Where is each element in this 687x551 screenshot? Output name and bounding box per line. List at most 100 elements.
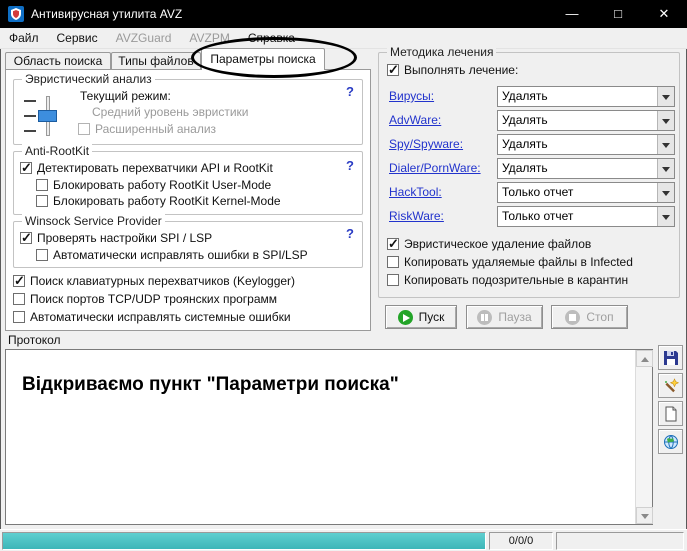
checkbox-perform-treatment[interactable]: Выполнять лечение: [387,63,518,77]
antirootkit-help-icon[interactable]: ? [346,158,354,173]
combo-hacktool[interactable]: Только отчет [497,182,675,203]
checkbox-label: Блокировать работу RootKit Kernel-Mode [53,194,281,208]
checkbox-copy-deleted-infected[interactable]: Копировать удаляемые файлы в Infected [387,255,633,269]
link-spyware[interactable]: Spy/Spyware: [389,137,463,151]
group-treatment: Методика лечения Выполнять лечение: Виру… [378,52,680,298]
group-winsock-caption: Winsock Service Provider [22,214,165,228]
link-advware[interactable]: AdvWare: [389,113,441,127]
checkbox-check-spi[interactable]: Проверять настройки SPI / LSP [20,231,212,245]
combo-spyware[interactable]: Удалять [497,134,675,155]
menu-avzguard[interactable]: AVZGuard [107,28,181,48]
slider-tick [24,130,36,132]
play-icon [398,310,413,325]
link-viruses[interactable]: Вирусы: [389,89,434,103]
checkbox-label: Детектировать перехватчики API и RootKit [37,161,273,175]
start-button[interactable]: Пуск [385,305,457,329]
link-hacktool[interactable]: HackTool: [389,185,442,199]
group-winsock: Winsock Service Provider ? Проверять нас… [13,221,363,268]
combo-dialer-pornware[interactable]: Удалять [497,158,675,179]
tab-search-area[interactable]: Область поиска [5,52,111,69]
scroll-up-icon[interactable] [636,350,653,367]
checkbox-fix-system-errors[interactable]: Автоматически исправлять системные ошибк… [13,310,291,324]
checkbox-box [13,293,25,305]
pause-button[interactable]: Пауза [466,305,543,329]
checkbox-keylogger-search[interactable]: Поиск клавиатурных перехватчиков (Keylog… [13,274,295,288]
protocol-annotation-text: Відкриваємо пункт "Параметри поиска" [22,374,399,396]
checkbox-label: Выполнять лечение: [404,63,518,77]
floppy-icon [663,350,679,366]
tab-file-types[interactable]: Типы файлов [111,52,201,69]
menubar: ФайлСервисAVZGuardAVZPMСправка [0,28,687,49]
counter-panel: 0/0/0 [489,532,553,550]
statusbar: 0/0/0 [0,529,687,551]
wizard-button[interactable] [658,373,683,398]
stop-button[interactable]: Стоп [551,305,628,329]
close-button[interactable]: ✕ [641,0,687,28]
menu-service[interactable]: Сервис [48,28,107,48]
checkbox-label: Автоматически исправлять системные ошибк… [30,310,291,324]
window-title: Антивирусная утилита AVZ [31,0,182,28]
stop-icon [565,310,580,325]
pause-icon [477,310,492,325]
checkbox-box [13,275,25,287]
chevron-down-icon[interactable] [657,111,674,130]
link-dialer-pornware[interactable]: Dialer/PornWare: [389,161,481,175]
chevron-down-icon[interactable] [657,207,674,226]
checkbox-label: Автоматически исправлять ошибки в SPI/LS… [53,248,308,262]
combo-value: Удалять [502,113,548,127]
maximize-button[interactable]: □ [595,0,641,28]
document-icon [663,406,679,422]
group-treatment-caption: Методика лечения [387,45,496,59]
checkbox-box [387,274,399,286]
combo-value: Только отчет [502,209,573,223]
group-antirootkit: Anti-RootKit ? Детектировать перехватчик… [13,151,363,215]
checkbox-fix-spi[interactable]: Автоматически исправлять ошибки в SPI/LS… [36,248,308,262]
network-button[interactable] [658,429,683,454]
tab-search-params[interactable]: Параметры поиска [201,48,325,70]
heuristics-level-slider[interactable] [22,94,60,138]
checkbox-label: Расширенный анализ [95,122,216,136]
menu-avzpm[interactable]: AVZPM [180,28,238,48]
group-heuristics: Эвристический анализ ? Текущий режим: Ср… [13,79,363,145]
slider-thumb[interactable] [38,110,57,122]
checkbox-rootkit-block-kernel[interactable]: Блокировать работу RootKit Kernel-Mode [36,194,281,208]
heuristics-help-icon[interactable]: ? [346,84,354,99]
minimize-button[interactable]: — [549,0,595,28]
checkbox-box [13,311,25,323]
menu-file[interactable]: Файл [0,28,48,48]
slider-tick [24,115,36,117]
combo-advware[interactable]: Удалять [497,110,675,131]
combo-value: Удалять [502,89,548,103]
checkbox-extended-analysis[interactable]: Расширенный анализ [78,122,216,136]
protocol-scrollbar[interactable] [635,350,652,524]
link-riskware[interactable]: RiskWare: [389,209,444,223]
checkbox-heuristic-delete[interactable]: Эвристическое удаление файлов [387,237,591,251]
checkbox-label: Блокировать работу RootKit User-Mode [53,178,271,192]
save-protocol-button[interactable] [658,345,683,370]
combo-riskware[interactable]: Только отчет [497,206,675,227]
current-mode-label: Текущий режим: [80,89,171,103]
avz-window: Антивирусная утилита AVZ — □ ✕ ФайлСерви… [0,0,687,551]
checkbox-copy-suspicious-quarantine[interactable]: Копировать подозрительные в карантин [387,273,628,287]
scroll-down-icon[interactable] [636,507,653,524]
chevron-down-icon[interactable] [657,135,674,154]
checkbox-box [36,195,48,207]
checkbox-box [387,256,399,268]
protocol-area[interactable]: Відкриваємо пункт "Параметри поиска" [5,349,653,525]
combo-value: Удалять [502,161,548,175]
checkbox-label: Поиск портов TCP/UDP троянских программ [30,292,277,306]
checkbox-box [387,238,399,250]
checkbox-label: Поиск клавиатурных перехватчиков (Keylog… [30,274,295,288]
progress-panel [2,532,486,550]
checkbox-rootkit-block-user[interactable]: Блокировать работу RootKit User-Mode [36,178,271,192]
chevron-down-icon[interactable] [657,159,674,178]
combo-viruses[interactable]: Удалять [497,86,675,107]
chevron-down-icon[interactable] [657,87,674,106]
checkbox-rootkit-detect[interactable]: Детектировать перехватчики API и RootKit [20,161,273,175]
winsock-help-icon[interactable]: ? [346,226,354,241]
close-icon: ✕ [659,6,670,21]
menu-help[interactable]: Справка [239,28,304,48]
checkbox-tcp-udp-ports[interactable]: Поиск портов TCP/UDP троянских программ [13,292,277,306]
chevron-down-icon[interactable] [657,183,674,202]
new-document-button[interactable] [658,401,683,426]
